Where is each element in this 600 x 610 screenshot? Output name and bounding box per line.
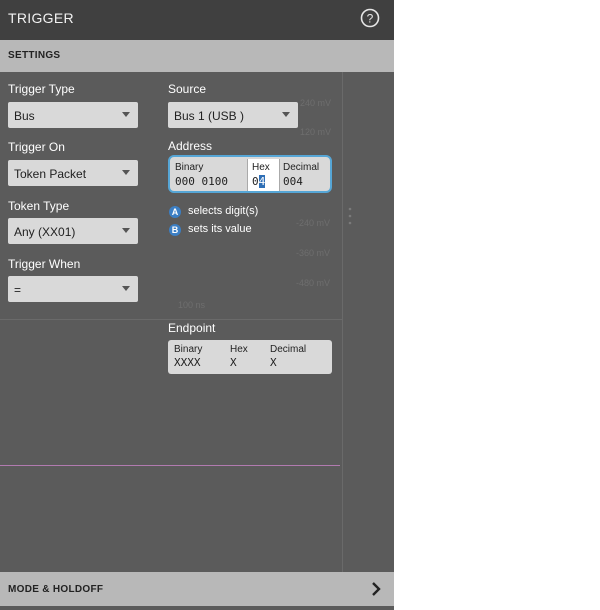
endpoint-field[interactable]: Binary XXXX Hex X Decimal X bbox=[168, 340, 332, 374]
trigger-on-label: Trigger On bbox=[8, 140, 65, 154]
scale-label: 100 ns bbox=[178, 300, 206, 310]
chevron-right-icon[interactable] bbox=[370, 581, 382, 597]
chevron-down-icon bbox=[122, 112, 130, 117]
address-decimal-value[interactable]: 004 bbox=[283, 175, 303, 188]
trigger-type-value: Bus bbox=[14, 109, 35, 123]
trigger-when-dropdown[interactable]: = bbox=[8, 276, 138, 302]
endpoint-binary-value[interactable]: XXXX bbox=[174, 356, 201, 369]
trigger-type-dropdown[interactable]: Bus bbox=[8, 102, 138, 128]
scale-label: -360 mV bbox=[296, 248, 331, 258]
trigger-on-dropdown[interactable]: Token Packet bbox=[8, 160, 138, 186]
address-binary-value[interactable]: 000 0100 bbox=[175, 175, 228, 188]
address-decimal-caption: Decimal bbox=[283, 162, 320, 173]
mode-holdoff-label: MODE & HOLDOFF bbox=[8, 584, 104, 595]
section-divider bbox=[0, 319, 342, 320]
endpoint-decimal-caption: Decimal bbox=[270, 344, 307, 355]
hex-digit: 0 bbox=[252, 175, 259, 188]
help-icon[interactable]: ? bbox=[360, 8, 380, 28]
panel-title: TRIGGER bbox=[8, 10, 74, 26]
address-field[interactable]: Binary 000 0100 Hex 04 Decimal 004 bbox=[168, 155, 332, 193]
settings-label: SETTINGS bbox=[8, 50, 61, 61]
token-type-value: Any (XX01) bbox=[14, 225, 76, 239]
address-hex-caption: Hex bbox=[252, 162, 270, 173]
more-vertical-icon bbox=[348, 207, 352, 225]
source-label: Source bbox=[168, 82, 207, 96]
scale-label: 120 mV bbox=[300, 127, 332, 137]
address-hex-field[interactable]: Hex 04 bbox=[247, 159, 280, 191]
endpoint-hex-caption: Hex bbox=[230, 344, 248, 355]
address-label: Address bbox=[168, 139, 213, 153]
hint-b-text: sets its value bbox=[188, 223, 252, 235]
source-value: Bus 1 (USB ) bbox=[174, 109, 245, 123]
waveform-trace bbox=[0, 465, 340, 466]
scale-label: 240 mV bbox=[300, 98, 332, 108]
knob-a-icon: A bbox=[169, 206, 181, 218]
token-type-dropdown[interactable]: Any (XX01) bbox=[8, 218, 138, 244]
trigger-on-value: Token Packet bbox=[14, 167, 87, 181]
chevron-down-icon bbox=[282, 112, 290, 117]
trigger-type-label: Trigger Type bbox=[8, 82, 75, 96]
endpoint-binary-caption: Binary bbox=[174, 344, 203, 355]
graticule-line bbox=[342, 72, 343, 572]
trigger-when-value: = bbox=[14, 283, 22, 297]
address-hex-value[interactable]: 04 bbox=[252, 175, 266, 188]
settings-section-header[interactable]: SETTINGS bbox=[0, 40, 394, 72]
title-bar: TRIGGER ? bbox=[0, 0, 394, 40]
endpoint-hex-value[interactable]: X bbox=[230, 356, 237, 369]
endpoint-label: Endpoint bbox=[168, 321, 216, 335]
chevron-down-icon bbox=[122, 286, 130, 291]
knob-b-icon: B bbox=[169, 224, 181, 236]
chevron-down-icon bbox=[122, 170, 130, 175]
hint-a-text: selects digit(s) bbox=[188, 205, 259, 217]
scale-label: -240 mV bbox=[296, 218, 331, 228]
trigger-panel: TRIGGER ? SETTINGS 240 mV 120 mV -240 mV… bbox=[0, 0, 394, 610]
chevron-down-icon bbox=[122, 228, 130, 233]
hex-digit-selected: 4 bbox=[258, 175, 266, 188]
scale-label: -480 mV bbox=[296, 278, 331, 288]
source-dropdown[interactable]: Bus 1 (USB ) bbox=[168, 102, 298, 128]
svg-text:?: ? bbox=[367, 12, 374, 26]
trigger-when-label: Trigger When bbox=[8, 257, 81, 271]
endpoint-decimal-value[interactable]: X bbox=[270, 356, 277, 369]
mode-holdoff-section[interactable]: MODE & HOLDOFF bbox=[0, 572, 394, 606]
address-binary-caption: Binary bbox=[175, 162, 204, 173]
token-type-label: Token Type bbox=[8, 199, 70, 213]
